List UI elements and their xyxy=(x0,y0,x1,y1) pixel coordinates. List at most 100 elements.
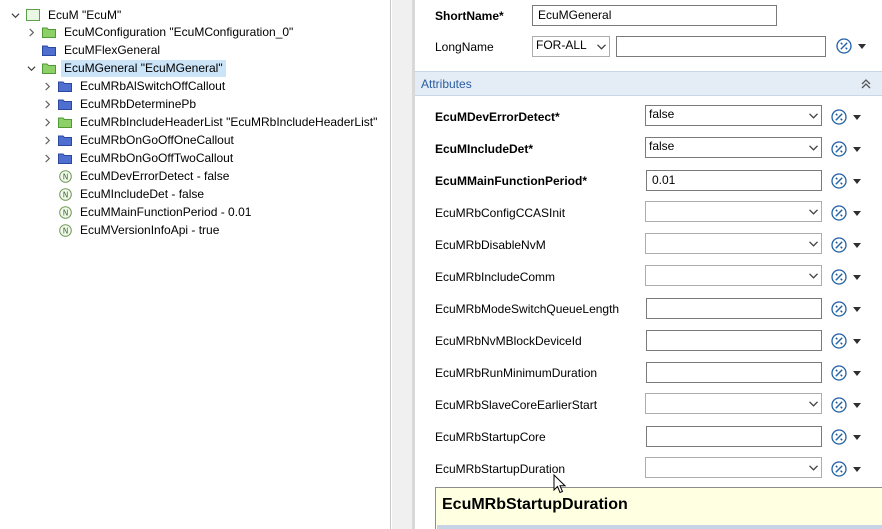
folder-green-icon xyxy=(42,26,56,38)
attr-select-ecumrbstartupduration[interactable] xyxy=(645,457,822,478)
tree-node-label: EcuMFlexGeneral xyxy=(64,42,161,57)
longname-label: LongName xyxy=(435,40,494,54)
svg-text:N: N xyxy=(62,172,68,181)
tool-action-icon[interactable] xyxy=(836,38,852,54)
attributes-section-header[interactable]: Attributes xyxy=(415,71,882,96)
chevron-down-icon xyxy=(807,141,819,154)
tree-node-ecummainfunctionperiod[interactable]: N EcuMMainFunctionPeriod - 0.01 xyxy=(42,203,254,221)
attr-label-ecumrbrunminimumduration: EcuMRbRunMinimumDuration xyxy=(435,366,598,380)
chevron-down-icon xyxy=(595,40,607,53)
identity-section: ShortName* EcuMGeneral LongName FOR-ALL xyxy=(415,0,882,68)
tree-node-ecumconfiguration[interactable]: EcuMConfiguration "EcuMConfiguration_0" xyxy=(26,23,296,41)
attributes-list: EcuMDevErrorDetect* false EcuMIncludeDet… xyxy=(415,97,882,529)
folder-green-icon xyxy=(58,116,72,128)
parameter-n-icon: N xyxy=(58,223,72,237)
tool-action-icon[interactable] xyxy=(831,429,847,445)
attr-label-ecumrbnvmblockdeviceid: EcuMRbNvMBlockDeviceId xyxy=(435,334,582,348)
attr-select-value: false xyxy=(649,107,675,121)
chevron-right-icon[interactable] xyxy=(26,27,36,37)
attr-select-ecumdeverrordetect[interactable]: false xyxy=(645,105,822,126)
attr-label-ecumrbstartupcore: EcuMRbStartupCore xyxy=(435,430,546,444)
dropdown-arrow-icon[interactable] xyxy=(853,307,861,313)
tool-action-icon[interactable] xyxy=(831,269,847,285)
attributes-title: Attributes xyxy=(421,77,472,91)
chevron-right-icon[interactable] xyxy=(42,153,52,163)
attr-select-ecumincludedet[interactable]: false xyxy=(645,137,822,158)
tool-action-icon[interactable] xyxy=(831,397,847,413)
attr-select-ecumrbincludecomm[interactable] xyxy=(645,265,822,286)
longname-input[interactable] xyxy=(616,36,826,57)
tree-node-ecumrbongooffonecallout[interactable]: EcuMRbOnGoOffOneCallout xyxy=(42,131,237,149)
dropdown-arrow-icon[interactable] xyxy=(853,467,861,473)
panel-splitter[interactable] xyxy=(392,0,412,529)
attr-select-ecumrbdisablenvm[interactable] xyxy=(645,233,822,254)
chevron-right-icon[interactable] xyxy=(42,81,52,91)
tree-node-ecumrbincludeheaderlist[interactable]: EcuMRbIncludeHeaderList "EcuMRbIncludeHe… xyxy=(42,113,380,131)
tool-action-icon[interactable] xyxy=(831,301,847,317)
shortname-input[interactable]: EcuMGeneral xyxy=(532,5,777,26)
tool-action-icon[interactable] xyxy=(831,461,847,477)
chevron-right-icon[interactable] xyxy=(42,135,52,145)
attr-select-ecumrbconfigccasinit[interactable] xyxy=(645,201,822,222)
attr-label-ecumrbmodeswitchqueuelength: EcuMRbModeSwitchQueueLength xyxy=(435,302,620,316)
tree-node-label: EcuM "EcuM" xyxy=(48,7,122,22)
tool-action-icon[interactable] xyxy=(831,365,847,381)
tree-node-ecumincludedet[interactable]: N EcuMIncludeDet - false xyxy=(42,185,207,203)
dropdown-arrow-icon[interactable] xyxy=(853,435,861,441)
dropdown-arrow-icon[interactable] xyxy=(853,403,861,409)
tool-action-icon[interactable] xyxy=(831,205,847,221)
tree-node-ecumversioninfoapi[interactable]: N EcuMVersionInfoApi - true xyxy=(42,221,222,239)
tree-node-label: EcuMMainFunctionPeriod - 0.01 xyxy=(80,204,252,219)
tool-action-icon[interactable] xyxy=(831,173,847,189)
attr-input-ecumrbstartupcore[interactable] xyxy=(646,426,822,447)
tool-action-icon[interactable] xyxy=(831,237,847,253)
tool-action-icon[interactable] xyxy=(831,141,847,157)
dropdown-arrow-icon[interactable] xyxy=(853,147,861,153)
tool-action-icon[interactable] xyxy=(831,333,847,349)
tree-node-label: EcuMRbOnGoOffOneCallout xyxy=(80,132,234,147)
tree-node-ecumrbongoofftwocallout[interactable]: EcuMRbOnGoOffTwoCallout xyxy=(42,149,236,167)
tree-node-ecumflexgeneral[interactable]: EcuMFlexGeneral xyxy=(26,41,163,59)
module-icon xyxy=(26,9,40,21)
attr-input-ecummainfunctionperiod[interactable]: 0.01 xyxy=(646,170,822,191)
svg-text:N: N xyxy=(62,226,68,235)
attr-input-ecumrbnvmblockdeviceid[interactable] xyxy=(646,330,822,351)
dropdown-arrow-icon[interactable] xyxy=(853,275,861,281)
dropdown-arrow-icon[interactable] xyxy=(853,179,861,185)
dropdown-arrow-icon[interactable] xyxy=(853,243,861,249)
tree-node-ecumrbalswitchoffcallout[interactable]: EcuMRbAlSwitchOffCallout xyxy=(42,77,228,95)
collapse-icon[interactable] xyxy=(860,78,872,90)
tree-node-label: EcuMGeneral "EcuMGeneral" xyxy=(61,59,226,77)
attr-input-ecumrbrunminimumduration[interactable] xyxy=(646,362,822,383)
tooltip-title: EcuMRbStartupDuration xyxy=(442,496,628,513)
folder-blue-icon xyxy=(42,44,56,56)
chevron-down-icon xyxy=(807,109,819,122)
dropdown-arrow-icon[interactable] xyxy=(853,211,861,217)
tool-action-icon[interactable] xyxy=(831,109,847,125)
chevron-down-icon[interactable] xyxy=(10,10,20,20)
longname-language-select[interactable]: FOR-ALL xyxy=(532,36,610,57)
dropdown-arrow-icon[interactable] xyxy=(858,44,866,50)
tree-node-ecumgeneral[interactable]: EcuMGeneral "EcuMGeneral" xyxy=(26,59,226,77)
chevron-down-icon xyxy=(807,269,819,282)
chevron-right-icon[interactable] xyxy=(42,99,52,109)
chevron-down-icon[interactable] xyxy=(26,63,36,73)
folder-blue-icon xyxy=(58,80,72,92)
attr-label-ecummainfunctionperiod: EcuMMainFunctionPeriod* xyxy=(435,174,588,188)
tree-node-root[interactable]: EcuM "EcuM" xyxy=(10,6,124,24)
chevron-down-icon xyxy=(807,397,819,410)
dropdown-arrow-icon[interactable] xyxy=(853,371,861,377)
chevron-right-icon[interactable] xyxy=(42,117,52,127)
attr-label-ecumrbstartupduration: EcuMRbStartupDuration xyxy=(435,462,566,476)
attr-select-ecumrbslavecoreearlierstart[interactable] xyxy=(645,393,822,414)
dropdown-arrow-icon[interactable] xyxy=(853,339,861,345)
tree-node-ecumrbdeterminepb[interactable]: EcuMRbDeterminePb xyxy=(42,95,199,113)
tree-node-label: EcuMRbIncludeHeaderList "EcuMRbIncludeHe… xyxy=(80,114,378,129)
chevron-down-icon xyxy=(807,205,819,218)
attr-label-ecumincludedet: EcuMIncludeDet* xyxy=(435,142,534,156)
dropdown-arrow-icon[interactable] xyxy=(853,115,861,121)
tree-node-ecumdeverrordetect[interactable]: N EcuMDevErrorDetect - false xyxy=(42,167,232,185)
attr-input-ecumrbmodeswitchqueuelength[interactable] xyxy=(646,298,822,319)
tree-node-label: EcuMRbDeterminePb xyxy=(80,96,197,111)
chevron-down-icon xyxy=(807,461,819,474)
